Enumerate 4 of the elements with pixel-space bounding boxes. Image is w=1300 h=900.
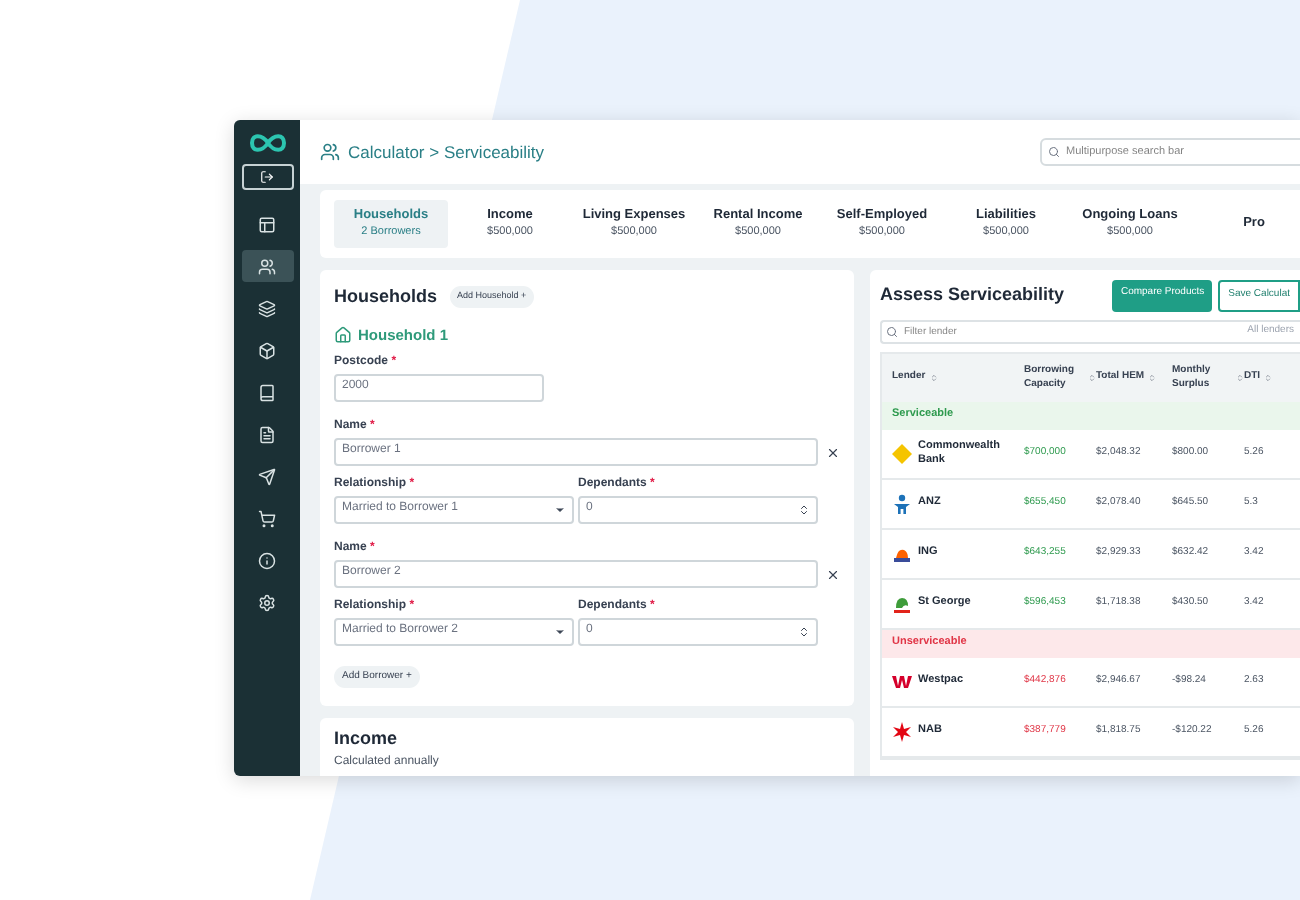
card-title: Households: [334, 284, 438, 310]
card-title: Assess Serviceability: [880, 282, 1065, 308]
card-title: Income: [334, 729, 400, 748]
breadcrumb: Calculator > Serviceability: [348, 139, 545, 165]
